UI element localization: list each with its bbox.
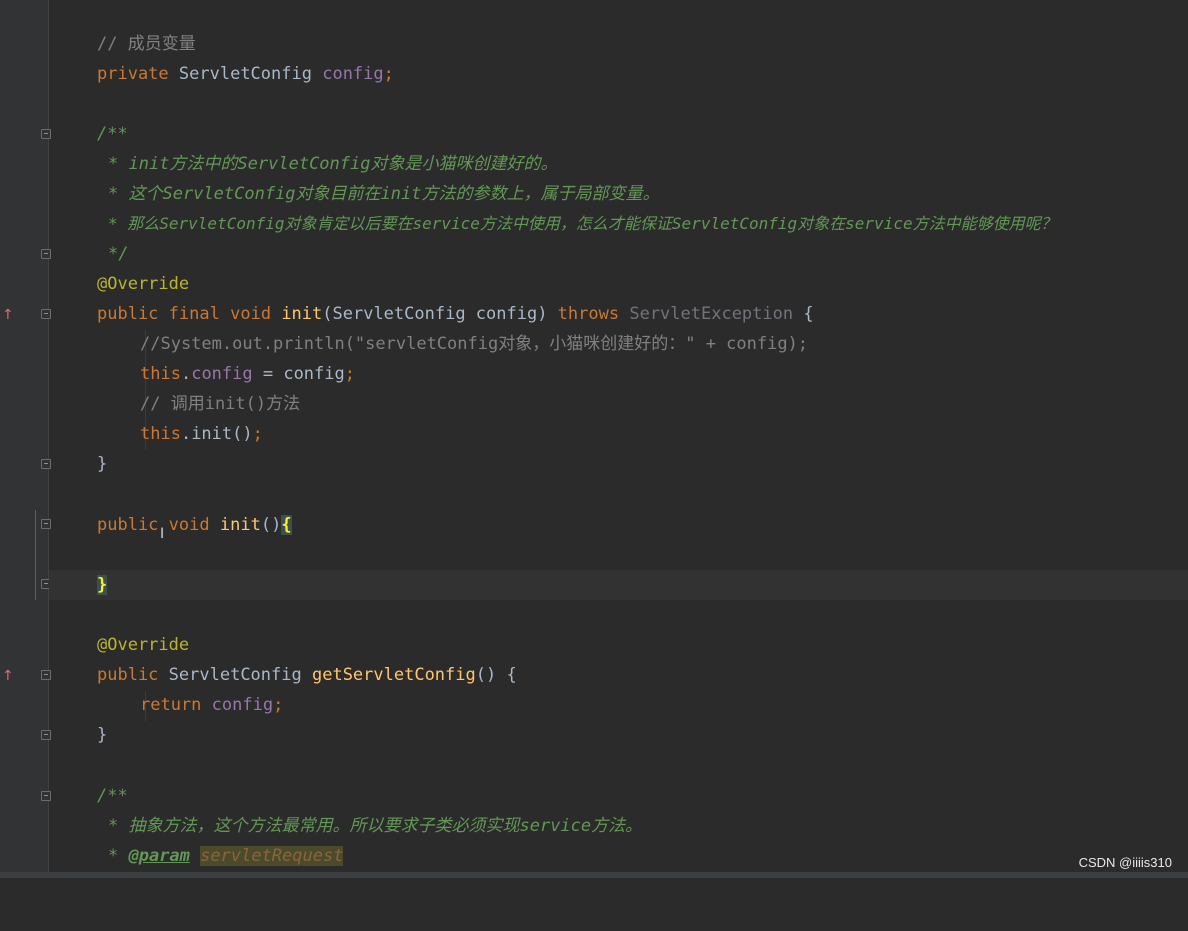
code-line[interactable]: */ — [49, 239, 1188, 269]
keyword: this — [140, 364, 181, 384]
current-code-line[interactable]: } — [49, 570, 1188, 600]
override-arrow-icon[interactable]: ↑ — [2, 668, 14, 684]
dot: . — [180, 364, 192, 384]
annotation: @Override — [97, 274, 190, 294]
override-arrow-icon[interactable]: ↑ — [2, 307, 14, 323]
code-line[interactable]: * init方法中的ServletConfig对象是小猫咪创建好的。 — [49, 149, 1188, 179]
semicolon: ; — [383, 64, 394, 84]
keyword: void — [230, 304, 272, 324]
method-name: init — [219, 515, 261, 535]
type-name: ServletConfig — [178, 64, 312, 84]
editor-gutter[interactable]: ↑ ↑ — [0, 0, 51, 878]
comment: // 成员变量 — [97, 34, 196, 54]
open-brace: { — [793, 304, 814, 324]
doc-comment-close: */ — [108, 244, 129, 264]
field-name: config — [322, 64, 384, 84]
doc-comment-open: /** — [97, 124, 128, 144]
keyword: throws — [557, 304, 620, 324]
code-line[interactable]: } — [49, 449, 1188, 479]
method-name: getServletConfig — [311, 665, 476, 685]
doc-star: * — [108, 846, 129, 866]
doc-param-tag: @param — [128, 846, 190, 866]
code-line[interactable]: public void init(){ — [49, 510, 1188, 540]
keyword: public — [97, 665, 159, 685]
code-line[interactable]: /** — [49, 781, 1188, 811]
doc-star: * — [108, 154, 129, 174]
code-line[interactable]: @Override — [49, 269, 1188, 299]
code-line[interactable]: this.config = config; — [49, 359, 1188, 389]
doc-comment-text: 抽象方法，这个方法最常用。所以要求子类必须实现service方法。 — [128, 816, 643, 836]
semicolon: ; — [344, 364, 355, 384]
code-line[interactable]: * @param servletRequest — [49, 841, 1188, 871]
method-name: init — [281, 304, 323, 324]
method-call: .init() — [180, 424, 253, 444]
keyword: return — [140, 695, 202, 715]
text-cursor-icon: I — [160, 526, 165, 542]
doc-star: * — [108, 184, 129, 204]
code-editor[interactable]: // 成员变量 private ServletConfig config; /*… — [49, 0, 1188, 872]
semicolon: ; — [252, 424, 263, 444]
code-line[interactable]: public final void init(ServletConfig con… — [49, 299, 1188, 329]
code-line[interactable]: // 调用init()方法 — [49, 389, 1188, 419]
code-line[interactable]: @Override — [49, 630, 1188, 660]
horizontal-scrollbar[interactable] — [0, 872, 1188, 878]
code-line[interactable]: } — [49, 720, 1188, 750]
annotation: @Override — [97, 635, 190, 655]
close-brace: } — [97, 454, 108, 474]
keyword: void — [168, 515, 210, 535]
code-line[interactable]: public ServletConfig getServletConfig() … — [49, 660, 1188, 690]
code-line[interactable]: return config; — [49, 690, 1188, 720]
type-name: ServletConfig — [168, 665, 302, 685]
doc-param-name: servletRequest — [200, 846, 344, 866]
doc-comment-text: 这个ServletConfig对象目前在init方法的参数上，属于局部变量。 — [128, 184, 660, 204]
parameter-list: () — [260, 515, 282, 535]
code-line[interactable]: //System.out.println("servletConfig对象，小猫… — [49, 329, 1188, 359]
keyword: public — [97, 304, 159, 324]
change-marker[interactable] — [35, 510, 36, 600]
doc-star: * — [108, 214, 128, 233]
doc-star: * — [108, 816, 129, 836]
keyword: final — [168, 304, 220, 324]
doc-comment-text: init方法中的ServletConfig对象是小猫咪创建好的。 — [128, 154, 558, 174]
field-name: config — [191, 364, 253, 384]
code-line[interactable]: /** — [49, 119, 1188, 149]
comment: // 调用init()方法 — [140, 394, 301, 414]
parameter-list: () { — [475, 665, 517, 685]
assignment: = config — [252, 364, 345, 384]
exception-type: ServletException — [629, 304, 794, 324]
keyword: public — [97, 515, 159, 535]
keyword: private — [97, 64, 169, 84]
watermark: CSDN @iiiis310 — [1078, 855, 1172, 870]
code-line[interactable]: this.init(); — [49, 419, 1188, 449]
keyword: this — [140, 424, 181, 444]
matched-close-brace: } — [97, 575, 108, 595]
matched-open-brace: { — [281, 515, 292, 535]
code-line[interactable]: * 抽象方法，这个方法最常用。所以要求子类必须实现service方法。 — [49, 811, 1188, 841]
code-line[interactable]: * 那么ServletConfig对象肯定以后要在service方法中使用，怎么… — [49, 209, 1188, 239]
code-line[interactable]: private ServletConfig config; — [49, 59, 1188, 89]
doc-comment-open: /** — [97, 786, 128, 806]
field-name: config — [211, 695, 274, 715]
parameter-list: (ServletConfig config) — [322, 304, 558, 324]
code-line[interactable]: * 这个ServletConfig对象目前在init方法的参数上，属于局部变量。 — [49, 179, 1188, 209]
comment: //System.out.println("servletConfig对象，小猫… — [140, 334, 809, 354]
code-line[interactable]: // 成员变量 — [49, 29, 1188, 59]
doc-comment-text: 那么ServletConfig对象肯定以后要在service方法中使用，怎么才能… — [127, 214, 1057, 233]
semicolon: ; — [273, 695, 284, 715]
close-brace: } — [97, 725, 108, 745]
